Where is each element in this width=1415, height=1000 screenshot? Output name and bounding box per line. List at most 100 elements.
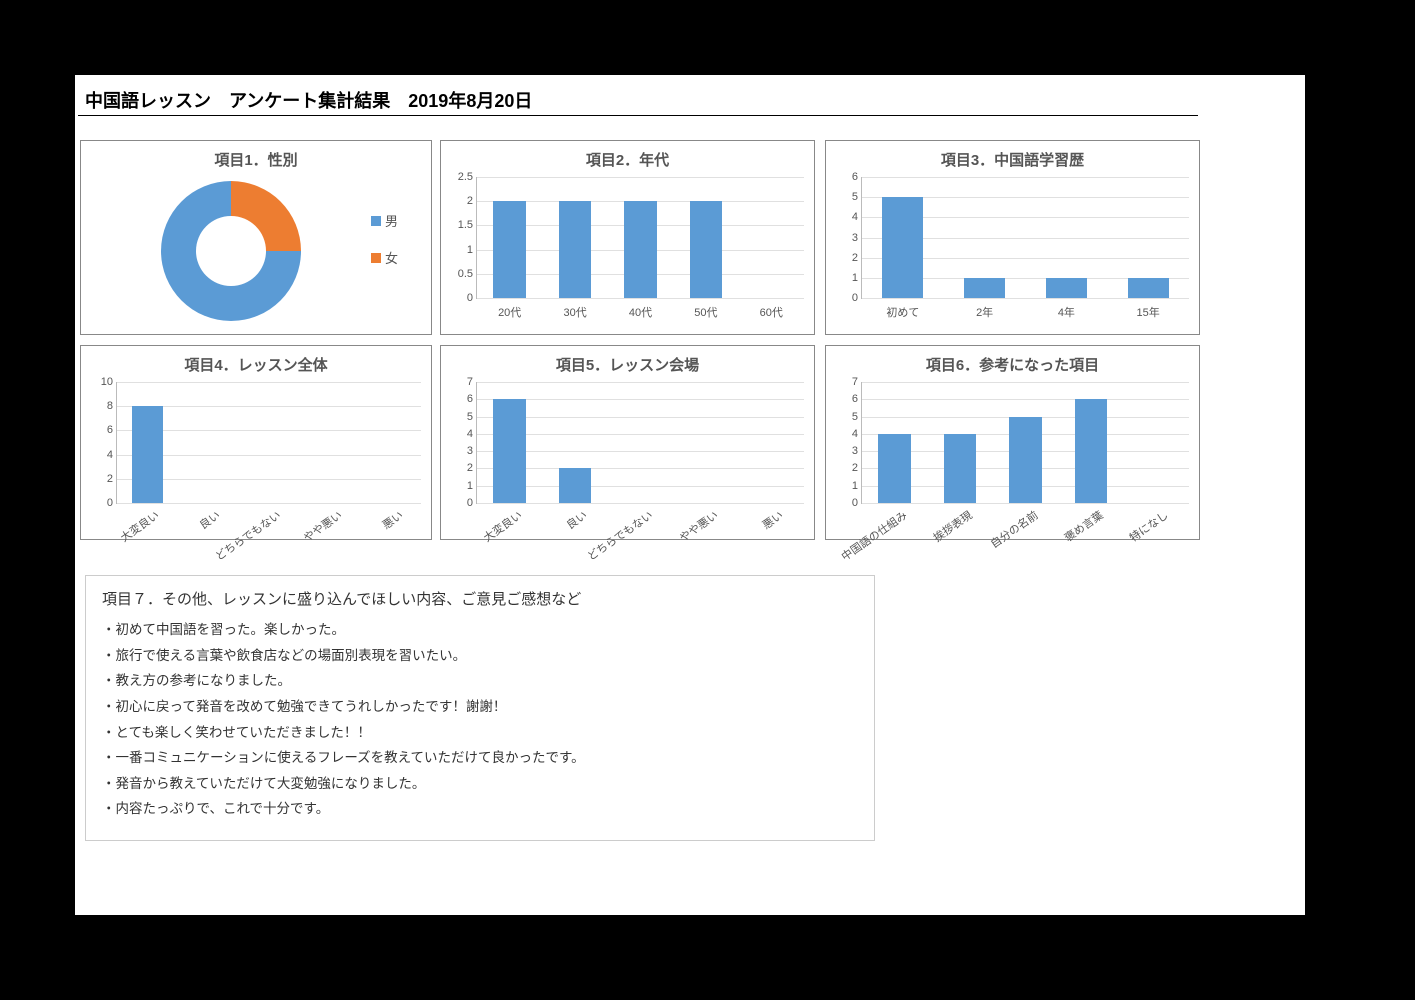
y-tick-label: 4 bbox=[449, 428, 473, 440]
bar bbox=[559, 201, 592, 298]
report-page: 中国語レッスン アンケート集計結果 2019年8月20日 項目1．性別 男 女 … bbox=[75, 75, 1305, 915]
x-tick-label: 自分の名前 bbox=[986, 507, 1040, 552]
legend-swatch-blue bbox=[371, 216, 381, 226]
legend: 男 女 bbox=[371, 211, 398, 285]
gridline bbox=[117, 479, 421, 480]
bar bbox=[493, 399, 526, 503]
y-tick-label: 6 bbox=[834, 393, 858, 405]
gridline bbox=[862, 503, 1189, 504]
x-tick-label: やや悪い bbox=[300, 507, 345, 545]
bar bbox=[1075, 399, 1108, 503]
y-tick-label: 6 bbox=[834, 171, 858, 183]
bar bbox=[690, 201, 723, 298]
x-tick-label: 挨拶表現 bbox=[930, 507, 975, 545]
gridline bbox=[477, 434, 804, 435]
y-tick-label: 6 bbox=[449, 393, 473, 405]
chart-title: 項目2．年代 bbox=[441, 149, 814, 170]
bar bbox=[132, 406, 162, 503]
comment-line: ・一番コミュニケーションに使えるフレーズを教えていただけて良かったです。 bbox=[102, 745, 858, 771]
x-tick-label: 特になし bbox=[1126, 507, 1171, 545]
x-tick-label: 初めて bbox=[886, 304, 919, 320]
x-tick-label: 中国語の仕組み bbox=[838, 507, 910, 564]
x-tick-label: 50代 bbox=[694, 304, 717, 320]
bar bbox=[944, 434, 977, 503]
x-tick-label: どちらでもない bbox=[584, 507, 656, 564]
gridline bbox=[117, 455, 421, 456]
chart-age: 項目2．年代 00.511.522.520代30代40代50代60代 bbox=[440, 140, 815, 335]
chart-title: 項目1．性別 bbox=[81, 149, 431, 170]
gridline bbox=[477, 468, 804, 469]
x-tick-label: 悪い bbox=[379, 507, 406, 533]
y-tick-label: 2 bbox=[834, 252, 858, 264]
y-tick-label: 0 bbox=[89, 497, 113, 509]
y-tick-label: 0 bbox=[449, 497, 473, 509]
y-tick-label: 4 bbox=[89, 449, 113, 461]
y-tick-label: 3 bbox=[834, 232, 858, 244]
chart-venue: 項目5．レッスン会場 01234567大変良い良いどちらでもないやや悪い悪い bbox=[440, 345, 815, 540]
gridline bbox=[477, 382, 804, 383]
legend-male: 男 bbox=[371, 211, 398, 230]
gridline bbox=[862, 399, 1189, 400]
bar bbox=[878, 434, 911, 503]
y-tick-label: 4 bbox=[834, 428, 858, 440]
donut-hole bbox=[196, 216, 266, 286]
y-tick-label: 1 bbox=[834, 272, 858, 284]
comment-line: ・初めて中国語を習った。楽しかった。 bbox=[102, 617, 858, 643]
comments-box: 項目７．その他、レッスンに盛り込んでほしい内容、ご意見ご感想など ・初めて中国語… bbox=[85, 575, 875, 841]
chart-history: 項目3．中国語学習歴 0123456初めて2年4年15年 bbox=[825, 140, 1200, 335]
comments-title: 項目７．その他、レッスンに盛り込んでほしい内容、ご意見ご感想など bbox=[102, 588, 858, 609]
chart-lesson-overall: 項目4．レッスン全体 0246810大変良い良いどちらでもないやや悪い悪い bbox=[80, 345, 432, 540]
comment-line: ・発音から教えていただけて大変勉強になりました。 bbox=[102, 771, 858, 797]
bar bbox=[559, 468, 592, 503]
gridline bbox=[477, 417, 804, 418]
comments-body: ・初めて中国語を習った。楽しかった。・旅行で使える言葉や飲食店などの場面別表現を… bbox=[102, 617, 858, 822]
gridline bbox=[117, 503, 421, 504]
legend-label-male: 男 bbox=[385, 211, 398, 230]
y-tick-label: 2 bbox=[449, 462, 473, 474]
bar bbox=[1046, 278, 1087, 298]
bar bbox=[493, 201, 526, 298]
plot-area: 00.511.522.520代30代40代50代60代 bbox=[476, 177, 804, 299]
x-tick-label: 褒め言葉 bbox=[1061, 507, 1106, 545]
y-tick-label: 2 bbox=[449, 195, 473, 207]
chart-title: 項目3．中国語学習歴 bbox=[826, 149, 1199, 170]
gridline bbox=[477, 503, 804, 504]
y-tick-label: 1.5 bbox=[449, 219, 473, 231]
gridline bbox=[477, 177, 804, 178]
x-tick-label: 大変良い bbox=[480, 507, 525, 545]
comment-line: ・とても楽しく笑わせていただきました！！ bbox=[102, 720, 858, 746]
bar bbox=[1128, 278, 1169, 298]
y-tick-label: 7 bbox=[449, 376, 473, 388]
gridline bbox=[862, 382, 1189, 383]
plot-area: 01234567大変良い良いどちらでもないやや悪い悪い bbox=[476, 382, 804, 504]
bar bbox=[1009, 417, 1042, 503]
y-tick-label: 2 bbox=[834, 462, 858, 474]
comment-line: ・教え方の参考になりました。 bbox=[102, 668, 858, 694]
y-tick-label: 3 bbox=[834, 445, 858, 457]
x-tick-label: 60代 bbox=[760, 304, 783, 320]
y-tick-label: 3 bbox=[449, 445, 473, 457]
x-tick-label: 40代 bbox=[629, 304, 652, 320]
x-tick-label: 4年 bbox=[1058, 304, 1075, 320]
comment-line: ・内容たっぷりで、これで十分です。 bbox=[102, 796, 858, 822]
x-tick-label: 良い bbox=[563, 507, 590, 533]
gridline bbox=[117, 430, 421, 431]
x-tick-label: 20代 bbox=[498, 304, 521, 320]
x-tick-label: 大変良い bbox=[117, 507, 162, 545]
y-tick-label: 5 bbox=[834, 191, 858, 203]
x-tick-label: やや悪い bbox=[676, 507, 721, 545]
donut-chart bbox=[161, 181, 301, 321]
y-tick-label: 2 bbox=[89, 473, 113, 485]
gridline bbox=[117, 382, 421, 383]
gridline bbox=[117, 406, 421, 407]
gridline bbox=[862, 177, 1189, 178]
chart-title: 項目6．参考になった項目 bbox=[826, 354, 1199, 375]
y-tick-label: 1 bbox=[449, 244, 473, 256]
x-tick-label: 2年 bbox=[976, 304, 993, 320]
chart-title: 項目4．レッスン全体 bbox=[81, 354, 431, 375]
y-tick-label: 6 bbox=[89, 424, 113, 436]
chart-useful-items: 項目6．参考になった項目 01234567中国語の仕組み挨拶表現自分の名前褒め言… bbox=[825, 345, 1200, 540]
y-tick-label: 0 bbox=[834, 497, 858, 509]
comment-line: ・旅行で使える言葉や飲食店などの場面別表現を習いたい。 bbox=[102, 643, 858, 669]
legend-label-female: 女 bbox=[385, 248, 398, 267]
